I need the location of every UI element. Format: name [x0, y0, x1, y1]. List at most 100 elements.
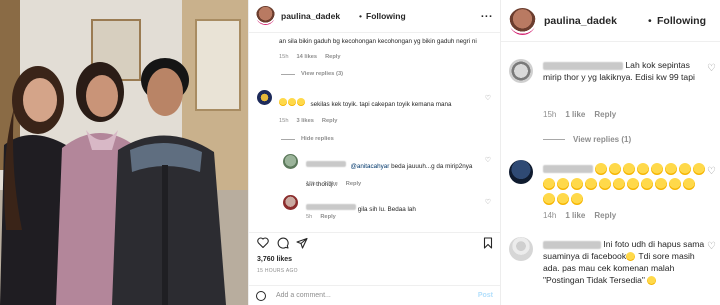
view-replies-button[interactable]: View replies (3)	[281, 71, 343, 77]
instagram-comments-panel: paulina_dadek • Following Lah kok sepint…	[500, 0, 720, 305]
hide-replies-label: Hide replies	[301, 136, 334, 142]
avatar[interactable]	[283, 195, 298, 210]
reply-meta: 5h Reply	[306, 214, 336, 220]
blurred-username	[306, 203, 356, 210]
view-replies-button[interactable]: View replies (1)	[543, 135, 631, 144]
post-header: paulina_dadek • Following	[501, 0, 720, 42]
hide-replies-button[interactable]: Hide replies	[281, 136, 334, 142]
avatar[interactable]	[257, 90, 272, 105]
heart-icon[interactable]	[257, 237, 269, 248]
blurred-username	[543, 164, 593, 173]
like-comment-icon[interactable]: ♡	[485, 94, 491, 102]
laughing-emoji-icon	[665, 162, 678, 175]
laughing-emoji-icon	[613, 177, 625, 190]
comment-text: sekilas kek toyik. tapi cakepan toyik ke…	[279, 93, 484, 111]
laughing-emoji-icon	[571, 177, 583, 190]
comment-time: 15h	[279, 54, 289, 60]
reply-meta: 15h 1 like Reply	[306, 181, 361, 187]
laughing-emoji-icon	[683, 177, 695, 190]
reply-button[interactable]: Reply	[322, 118, 338, 124]
comment-time: 14h	[543, 211, 557, 220]
comment-meta: 15h 1 like Reply	[543, 110, 616, 119]
like-comment-icon[interactable]: ♡	[707, 241, 716, 252]
post-button[interactable]: Post	[478, 292, 493, 299]
reply-button[interactable]: Reply	[594, 211, 616, 220]
laughing-emoji-icon	[557, 177, 569, 190]
username-link[interactable]: paulina_dadek	[544, 15, 617, 27]
laughing-emoji-icon	[626, 252, 636, 262]
view-replies-label: View replies (1)	[573, 135, 632, 144]
username-link[interactable]: paulina_dadek	[281, 11, 340, 21]
laughing-emoji-icon	[609, 162, 622, 175]
post-header: paulina_dadek • Following ...	[249, 0, 500, 33]
laughing-emoji-icon	[651, 162, 664, 175]
like-comment-icon[interactable]: ♡	[707, 166, 716, 177]
laughing-emoji-icon	[585, 177, 597, 190]
laughing-emoji-icon	[279, 97, 287, 106]
avatar[interactable]	[509, 59, 533, 83]
laughing-emoji-icon	[641, 177, 653, 190]
comment-body: sekilas kek toyik. tapi cakepan toyik ke…	[310, 101, 452, 108]
likes-count[interactable]: 3,760 likes	[257, 256, 292, 263]
avatar[interactable]	[509, 160, 533, 184]
photo-illustration	[0, 0, 248, 305]
mention-link[interactable]: @anitacahyar	[350, 163, 389, 170]
comment-likes[interactable]: 3 likes	[297, 118, 314, 124]
laughing-emoji-icon	[557, 192, 569, 205]
comment-body: an sila bikin gaduh bg kecohongan kecoho…	[279, 38, 477, 45]
laughing-emoji-icon	[297, 97, 305, 106]
reply-body: gila sih lu. Bedaa lah	[356, 206, 416, 213]
laughing-emoji-icon	[288, 97, 296, 106]
bookmark-icon[interactable]	[483, 237, 493, 249]
reply-button[interactable]: Reply	[594, 110, 616, 119]
comment-likes[interactable]: 14 likes	[297, 54, 318, 60]
avatar[interactable]	[509, 237, 533, 261]
like-comment-icon[interactable]: ♡	[485, 156, 491, 164]
post-timestamp: 15 HOURS AGO	[257, 268, 298, 274]
more-options-icon[interactable]: ...	[481, 8, 493, 20]
laughing-emoji-icon	[543, 192, 555, 205]
comment-time: 15h	[543, 110, 557, 119]
share-icon[interactable]	[296, 237, 308, 249]
instagram-post-panel: paulina_dadek • Following ... an sila bi…	[248, 0, 500, 305]
avatar[interactable]	[283, 154, 298, 169]
comment-meta: 14h 1 like Reply	[543, 211, 616, 220]
reply-button[interactable]: Reply	[325, 54, 341, 60]
laughing-emoji-icon	[595, 162, 608, 175]
laughing-emoji-icon	[571, 192, 583, 205]
laughing-emoji-icon	[627, 177, 639, 190]
laughing-emoji-icon	[693, 162, 706, 175]
laughing-emoji-icon	[646, 276, 656, 286]
comment-time: 15h	[279, 118, 289, 124]
avatar[interactable]	[509, 8, 536, 35]
add-comment-bar: Add a comment... Post	[249, 285, 500, 305]
laughing-emoji-icon	[669, 177, 681, 190]
emoji-icon[interactable]	[256, 291, 266, 301]
laughing-emoji-icon	[679, 162, 692, 175]
laughing-emoji-icon	[637, 162, 650, 175]
reply-button[interactable]: Reply	[320, 214, 336, 220]
blurred-username	[306, 160, 346, 167]
reply-time: 5h	[306, 214, 313, 220]
laughing-emoji-icon	[599, 177, 611, 190]
avatar[interactable]	[256, 6, 275, 25]
following-button[interactable]: Following	[657, 15, 706, 27]
comment-text	[543, 161, 708, 206]
like-comment-icon[interactable]: ♡	[707, 63, 716, 74]
comment-likes[interactable]: 1 like	[565, 211, 585, 220]
laughing-emoji-icon	[623, 162, 636, 175]
reply-likes[interactable]: 1 like	[324, 181, 338, 187]
laughing-emoji-icon	[655, 177, 667, 190]
blurred-username	[543, 240, 601, 249]
blurred-username	[543, 61, 623, 70]
post-actions	[249, 232, 500, 252]
like-comment-icon[interactable]: ♡	[485, 198, 491, 206]
add-comment-input[interactable]: Add a comment...	[276, 292, 331, 299]
comment-icon[interactable]	[277, 237, 289, 249]
following-button[interactable]: Following	[366, 11, 406, 21]
reply-button[interactable]: Reply	[346, 181, 362, 187]
reply-time: 15h	[306, 181, 316, 187]
comment-text: Ini foto udh di hapus sama suaminya di f…	[543, 238, 708, 286]
view-replies-label: View replies (3)	[301, 71, 344, 77]
comment-likes[interactable]: 1 like	[565, 110, 585, 119]
